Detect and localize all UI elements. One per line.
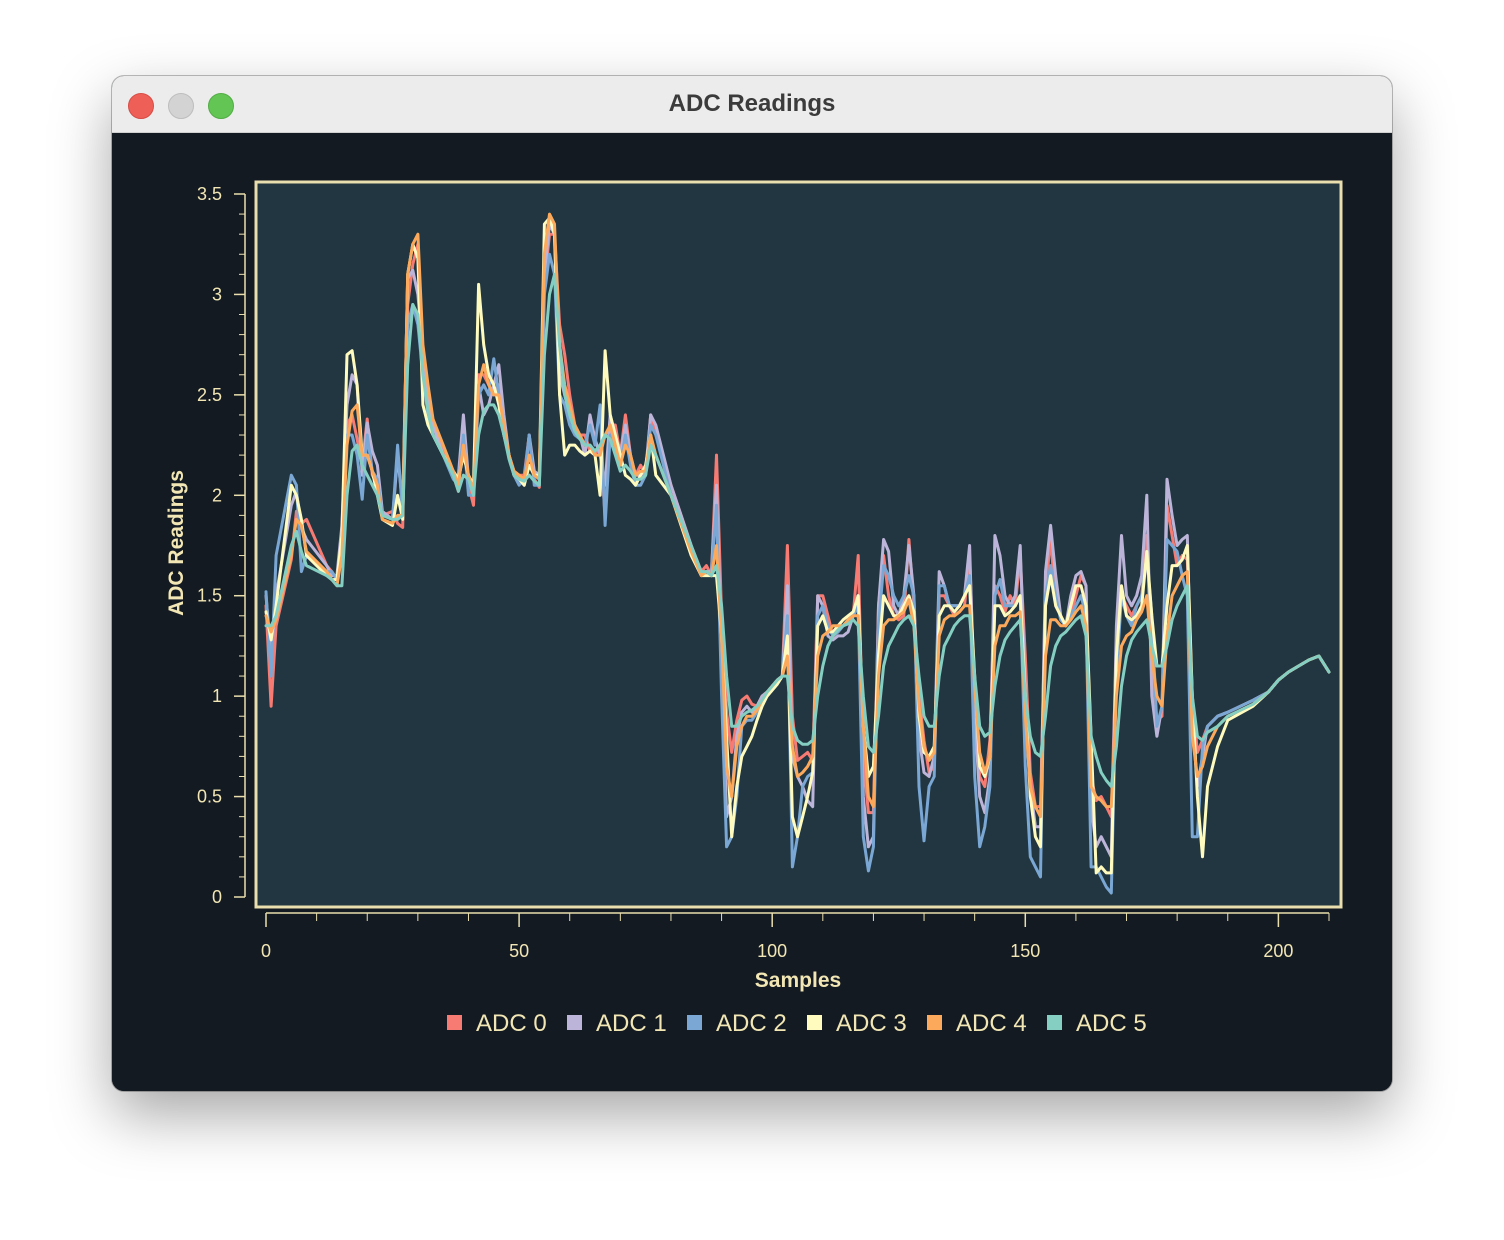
window-title: ADC Readings bbox=[668, 90, 836, 117]
y-axis-title: ADC Readings bbox=[165, 470, 188, 616]
legend-swatch bbox=[807, 1015, 822, 1030]
x-tick-label: 150 bbox=[1010, 941, 1040, 961]
legend-label: ADC 0 bbox=[476, 1010, 547, 1037]
x-axis-title: Samples bbox=[755, 969, 841, 992]
legend-label: ADC 3 bbox=[836, 1010, 907, 1037]
y-axis: 0 0.5 1 1.5 2 2.5 3 3.5 bbox=[197, 184, 246, 907]
line-chart: 0 0.5 1 1.5 2 2.5 3 3.5 0 50 100 150 200 ADC Readin… bbox=[165, 180, 1343, 1037]
legend-swatch bbox=[927, 1015, 942, 1030]
chart-area: 0 0.5 1 1.5 2 2.5 3 3.5 0 50 100 150 200 ADC Readin… bbox=[112, 133, 1392, 1091]
legend-swatch bbox=[447, 1015, 462, 1030]
y-tick-label: 2 bbox=[212, 485, 222, 505]
app-window: ADC Readings 0 0.5 1 1.5 2 2.5 3 3.5 0 50 100 150 2… bbox=[112, 76, 1392, 1091]
y-tick-label: 3 bbox=[212, 284, 222, 304]
y-tick-label: 3.5 bbox=[197, 184, 222, 204]
y-tick-label: 1 bbox=[212, 686, 222, 706]
y-tick-label: 0.5 bbox=[197, 787, 222, 807]
legend-label: ADC 2 bbox=[716, 1010, 787, 1037]
legend: ADC 0 ADC 1 ADC 2 ADC 3 ADC 4 ADC 5 bbox=[447, 1010, 1147, 1037]
y-tick-label: 2.5 bbox=[197, 385, 222, 405]
x-axis: 0 50 100 150 200 bbox=[261, 912, 1330, 961]
x-tick-label: 50 bbox=[509, 941, 529, 961]
y-tick-label: 1.5 bbox=[197, 586, 222, 606]
x-tick-label: 0 bbox=[261, 941, 271, 961]
title-bar: ADC Readings bbox=[112, 76, 1392, 133]
legend-swatch bbox=[687, 1015, 702, 1030]
legend-label: ADC 4 bbox=[956, 1010, 1027, 1037]
legend-label: ADC 5 bbox=[1076, 1010, 1147, 1037]
y-tick-label: 0 bbox=[212, 887, 222, 907]
legend-label: ADC 1 bbox=[596, 1010, 667, 1037]
legend-swatch bbox=[567, 1015, 582, 1030]
x-tick-label: 200 bbox=[1263, 941, 1293, 961]
x-tick-label: 100 bbox=[757, 941, 787, 961]
legend-swatch bbox=[1047, 1015, 1062, 1030]
